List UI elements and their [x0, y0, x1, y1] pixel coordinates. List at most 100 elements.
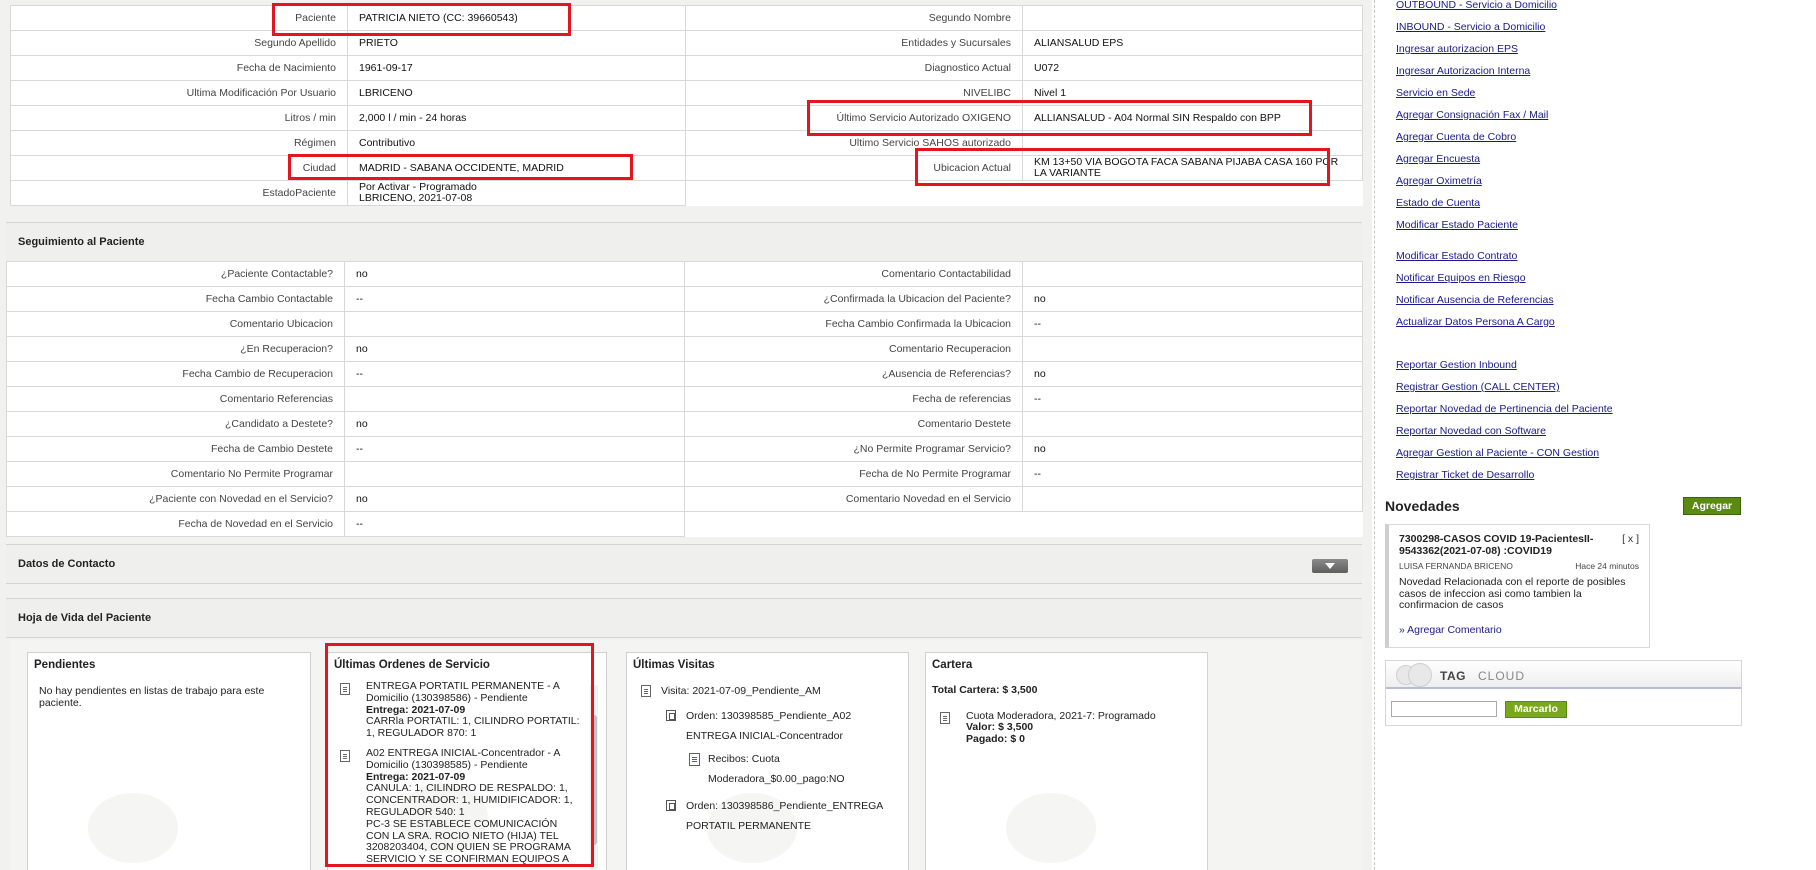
action-link[interactable]: Agregar Cuenta de Cobro: [1396, 131, 1516, 143]
action-link[interactable]: Reportar Novedad con Software: [1396, 425, 1546, 437]
document-icon: [940, 711, 950, 724]
field-value: PRIETO: [347, 30, 686, 56]
novedad-time: Hace 24 minutos: [1575, 561, 1639, 571]
action-link[interactable]: Ingresar Autorizacion Interna: [1396, 65, 1530, 77]
field-label: ¿En Recuperacion?: [6, 336, 345, 362]
order-item[interactable]: A02 ENTREGA INICIAL-Concentrador - A Dom…: [340, 747, 580, 866]
field-label: Comentario No Permite Programar: [6, 461, 345, 487]
recibo-label: Recibos: Cuota Moderadora_$0.00_pago:NO: [708, 753, 845, 785]
order-icon: [666, 800, 676, 811]
cuota-item: Cuota Moderadora, 2021-7: Programado Val…: [932, 710, 1192, 746]
field-value: [1022, 336, 1363, 362]
field-label: EstadoPaciente: [10, 180, 348, 206]
action-link[interactable]: INBOUND - Servicio a Domicilio: [1396, 21, 1545, 33]
field-label: Comentario Contactabilidad: [684, 261, 1023, 287]
field-label: Último Servicio Autorizado OXIGENO: [685, 105, 1023, 131]
seguimiento-row: Comentario Referencias Fecha de referenci…: [6, 386, 1363, 412]
novedad-card: 7300298-CASOS COVID 19-PacientesII-95433…: [1385, 524, 1650, 648]
close-icon[interactable]: [ x ]: [1622, 533, 1639, 545]
marcarlo-button[interactable]: Marcarlo: [1505, 701, 1567, 718]
agregar-comentario-link[interactable]: » Agregar Comentario: [1399, 624, 1639, 636]
hoja-vida-header: Hoja de Vida del Paciente: [6, 598, 1362, 638]
main-content: Paciente PATRICIA NIETO (CC: 39660543) Seg…: [0, 0, 1372, 870]
scrollbar[interactable]: [590, 685, 598, 870]
document-icon: [340, 749, 350, 762]
visita-orden-label: Orden: 130398586_Pendiente_ENTREGA PORTA…: [686, 800, 883, 832]
action-link[interactable]: Notificar Equipos en Riesgo: [1396, 272, 1526, 284]
field-value: --: [344, 361, 685, 387]
document-icon: [641, 685, 651, 697]
seguimiento-row: ¿En Recuperacion? no Comentario Recuperaci…: [6, 336, 1363, 362]
action-link[interactable]: Agregar Oximetría: [1396, 175, 1482, 187]
cartera-panel: Cartera Total Cartera: $ 3,500 Cuota Mod…: [925, 652, 1208, 870]
field-value: [344, 386, 685, 412]
seguimiento-row: ¿Paciente con Novedad en el Servicio? no C…: [6, 486, 1363, 512]
field-value: no: [1022, 286, 1363, 312]
action-link[interactable]: Modificar Estado Paciente: [1396, 219, 1518, 231]
field-label: Segundo Apellido: [10, 30, 348, 56]
pendientes-panel: Pendientes No hay pendientes en listas d…: [27, 652, 311, 870]
field-value: 2,000 l / min - 24 horas: [347, 105, 686, 131]
field-value: no: [344, 486, 685, 512]
field-label: Comentario Destete: [684, 411, 1023, 437]
tag-input[interactable]: [1391, 701, 1497, 717]
order-item[interactable]: ENTREGA PORTATIL PERMANENTE - A Domicili…: [340, 680, 580, 740]
visita-orden[interactable]: Orden: 130398585_Pendiente_A02 ENTREGA I…: [639, 706, 889, 746]
column-divider: [1374, 0, 1375, 870]
action-link[interactable]: Agregar Encuesta: [1396, 153, 1480, 165]
field-label: Fecha Cambio Confirmada la Ubicacion: [684, 311, 1023, 337]
field-value: KM 13+50 VIA BOGOTA FACA SABANA PIJABA C…: [1022, 155, 1363, 181]
field-value: [1022, 5, 1363, 31]
order-detail: CANULA: 1, CILINDRO DE RESPALDO: 1, CONC…: [366, 782, 573, 818]
patient-row: Paciente PATRICIA NIETO (CC: 39660543) Seg…: [10, 5, 1363, 31]
ordenes-panel: Últimas Ordenes de Servicio ENTREGA PORT…: [327, 652, 607, 870]
action-link[interactable]: OUTBOUND - Servicio a Domicilio: [1396, 0, 1557, 11]
seguimiento-row: ¿Paciente Contactable? no Comentario Conta…: [6, 261, 1363, 287]
field-label: Comentario Ubicacion: [6, 311, 345, 337]
action-link[interactable]: Registrar Ticket de Desarrollo: [1396, 469, 1534, 481]
visita-item[interactable]: Visita: 2021-07-09_Pendiente_AM: [639, 681, 901, 701]
novedad-body: Novedad Relacionada con el reporte de po…: [1399, 576, 1626, 611]
recibo-item[interactable]: Recibos: Cuota Moderadora_$0.00_pago:NO: [639, 749, 845, 789]
field-value: no: [344, 261, 685, 287]
field-label: Fecha de Cambio Destete: [6, 436, 345, 462]
action-link[interactable]: Actualizar Datos Persona A Cargo: [1396, 316, 1555, 328]
seguimiento-row: Fecha de Novedad en el Servicio --: [6, 511, 1363, 537]
visita-orden-label: Orden: 130398585_Pendiente_A02 ENTREGA I…: [686, 710, 852, 742]
field-label: Comentario Referencias: [6, 386, 345, 412]
action-link[interactable]: Notificar Ausencia de Referencias: [1396, 294, 1554, 306]
datos-contacto-header[interactable]: Datos de Contacto: [6, 544, 1362, 584]
order-icon: [666, 710, 676, 721]
field-value: no: [344, 336, 685, 362]
action-link[interactable]: Agregar Gestion al Paciente - CON Gestio…: [1396, 447, 1599, 459]
seguimiento-row: Comentario No Permite Programar Fecha de …: [6, 461, 1363, 487]
action-link[interactable]: Servicio en Sede: [1396, 87, 1475, 99]
field-value: 1961-09-17: [347, 55, 686, 81]
field-value: --: [344, 436, 685, 462]
action-link[interactable]: Reportar Novedad de Pertinencia del Paci…: [1396, 403, 1613, 415]
action-link[interactable]: Estado de Cuenta: [1396, 197, 1480, 209]
field-label: ¿Confirmada la Ubicacion del Paciente?: [684, 286, 1023, 312]
visita-orden[interactable]: Orden: 130398586_Pendiente_ENTREGA PORTA…: [639, 796, 889, 836]
field-value: [1022, 411, 1363, 437]
action-link[interactable]: Ingresar autorizacion EPS: [1396, 43, 1518, 55]
visitas-panel: Últimas Visitas Visita: 2021-07-09_Pendi…: [626, 652, 909, 870]
cartera-title: Cartera: [932, 659, 973, 671]
patient-row: Ultima Modificación Por Usuario LBRICENO N…: [10, 80, 1363, 106]
expand-chevron-icon[interactable]: [1312, 559, 1348, 573]
action-link[interactable]: Modificar Estado Contrato: [1396, 250, 1517, 262]
order-note: PC-3 SE ESTABLECE COMUNICACIÓN CON LA SR…: [366, 817, 571, 866]
agregar-novedad-button[interactable]: Agregar: [1683, 497, 1741, 515]
seguimiento-row: Fecha Cambio de Recuperacion -- ¿Ausencia …: [6, 361, 1363, 387]
action-link[interactable]: Reportar Gestion Inbound: [1396, 359, 1517, 371]
field-label: Ciudad: [10, 155, 348, 181]
field-label: Ultima Modificación Por Usuario: [10, 80, 348, 106]
action-link[interactable]: Registrar Gestion (CALL CENTER): [1396, 381, 1560, 393]
field-label: Comentario Novedad en el Servicio: [684, 486, 1023, 512]
document-icon: [340, 683, 350, 695]
field-value: MADRID - SABANA OCCIDENTE, MADRID: [347, 155, 686, 181]
cuota-valor: Valor: $ 3,500: [966, 721, 1034, 733]
field-label: ¿No Permite Programar Servicio?: [684, 436, 1023, 462]
action-link[interactable]: Agregar Consignación Fax / Mail: [1396, 109, 1548, 121]
pendientes-text: No hay pendientes en listas de trabajo p…: [39, 685, 265, 709]
